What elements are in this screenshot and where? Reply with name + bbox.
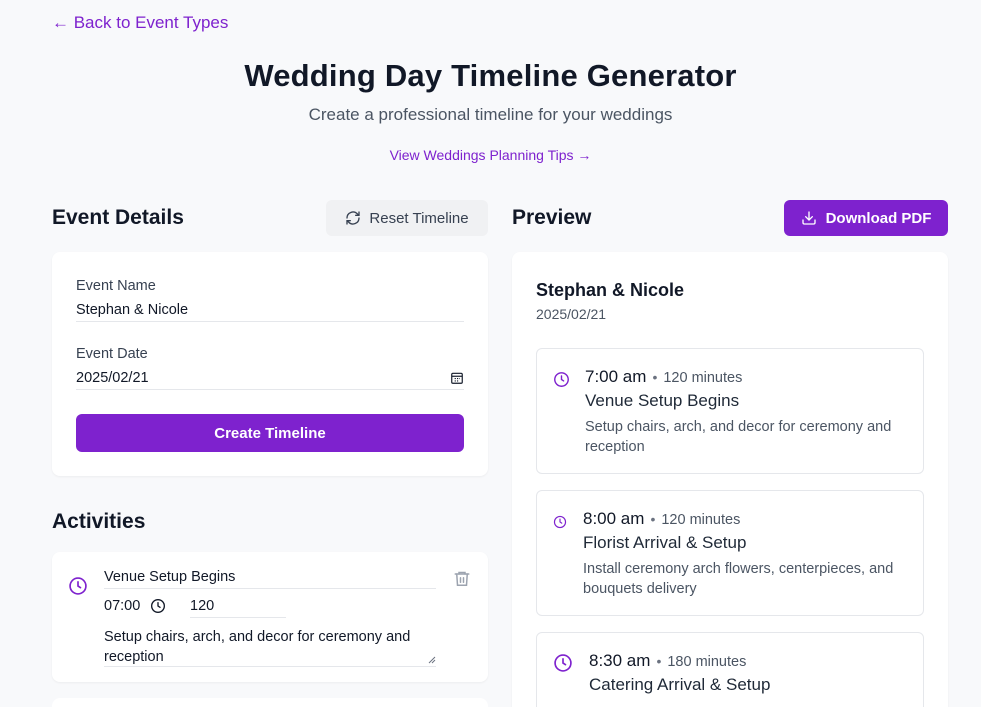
timeline-item: 8:30 am • 180 minutes Catering Arrival & S…	[536, 632, 924, 707]
time-picker-icon[interactable]	[150, 598, 166, 614]
clock-icon	[69, 577, 87, 595]
timeline-title: Catering Arrival & Setup	[589, 675, 771, 694]
clock-icon	[554, 372, 569, 387]
timeline-time: 7:00 am	[585, 367, 647, 386]
event-details-card: Event Name Stephan & Nicole Event Date 2…	[52, 252, 488, 476]
reset-timeline-label: Reset Timeline	[369, 209, 469, 227]
activity-description-value: Setup chairs, arch, and decor for ceremo…	[104, 629, 411, 665]
page-subtitle: Create a professional timeline for your …	[308, 105, 673, 124]
preview-event-name: Stephan & Nicole	[536, 280, 685, 300]
activity-duration-value: 120	[190, 598, 215, 614]
timeline-title: Venue Setup Begins	[585, 391, 740, 410]
download-icon	[801, 211, 816, 225]
activity-item	[52, 698, 488, 707]
timeline-description: Install ceremony arch flowers, centerpie…	[583, 561, 894, 597]
separator-dot: •	[656, 653, 662, 669]
planning-tips-link[interactable]: View Weddings Planning Tips →	[0, 147, 981, 163]
calendar-icon[interactable]	[450, 371, 464, 385]
activity-title-input[interactable]: Venue Setup Begins	[104, 569, 436, 589]
timeline-item: 7:00 am • 120 minutes Venue Setup Begins S…	[536, 348, 924, 474]
reset-timeline-button[interactable]: Reset Timeline	[326, 200, 488, 236]
separator-dot: •	[650, 511, 656, 527]
activity-time-value: 07:00	[104, 598, 141, 614]
resize-handle-icon[interactable]	[428, 656, 436, 664]
clock-icon	[553, 515, 567, 529]
timeline-item: 8:00 am • 120 minutes Florist Arrival & Se…	[536, 490, 924, 616]
activity-time-input[interactable]: 07:00	[104, 598, 166, 614]
preview-heading: Preview	[512, 206, 592, 229]
activity-item: Venue Setup Begins 07:00 120 Setup chair…	[52, 552, 488, 682]
activities-heading: Activities	[52, 510, 146, 533]
activity-title-value: Venue Setup Begins	[104, 569, 236, 585]
timeline-time: 8:30 am	[589, 651, 651, 670]
clock-icon	[554, 654, 572, 672]
download-pdf-button[interactable]: Download PDF	[784, 200, 948, 236]
timeline-duration: 120 minutes	[663, 370, 743, 386]
preview-event-date: 2025/02/21	[536, 306, 607, 322]
event-name-value: Stephan & Nicole	[76, 302, 189, 318]
download-pdf-label: Download PDF	[825, 209, 932, 227]
timeline-time: 8:00 am	[583, 509, 645, 528]
activity-duration-input[interactable]: 120	[190, 598, 286, 618]
event-date-input[interactable]: 2025/02/21	[76, 370, 464, 390]
back-to-event-types-link[interactable]: ← Back to Event Types	[52, 13, 228, 33]
timeline-description: Setup chairs, arch, and decor for ceremo…	[585, 419, 892, 455]
separator-dot: •	[652, 369, 658, 385]
timeline-title: Florist Arrival & Setup	[583, 533, 747, 552]
preview-card: Stephan & Nicole 2025/02/21 7:00 am • 120 …	[512, 252, 948, 707]
activity-description-input[interactable]: Setup chairs, arch, and decor for ceremo…	[104, 627, 436, 667]
refresh-icon	[346, 211, 361, 225]
page-title: Wedding Day Timeline Generator	[244, 58, 737, 93]
trash-icon[interactable]	[453, 569, 471, 588]
event-date-value: 2025/02/21	[76, 370, 149, 386]
event-date-label: Event Date	[76, 346, 148, 362]
timeline-duration: 120 minutes	[661, 512, 741, 528]
event-name-label: Event Name	[76, 278, 156, 294]
event-name-input[interactable]: Stephan & Nicole	[76, 302, 464, 322]
event-details-heading: Event Details	[52, 206, 184, 229]
create-timeline-button[interactable]: Create Timeline	[76, 414, 464, 452]
timeline-duration: 180 minutes	[667, 654, 747, 670]
